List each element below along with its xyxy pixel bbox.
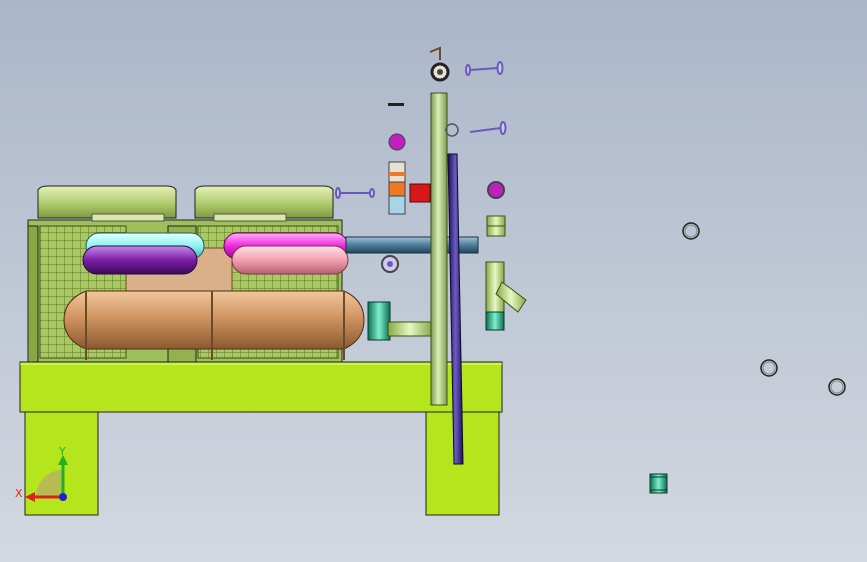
vessel-pink[interactable] — [231, 245, 349, 275]
marker-dash — [388, 103, 404, 106]
vessel-purple[interactable] — [82, 245, 198, 275]
elbow-fitting-upper[interactable] — [486, 215, 506, 237]
triad-y-label: Y — [58, 445, 66, 458]
small-gauge[interactable] — [381, 255, 399, 273]
base-frame[interactable] — [19, 361, 503, 516]
frame-deck[interactable] — [19, 361, 503, 413]
valve-stack[interactable] — [388, 161, 406, 215]
gauge-knob[interactable] — [429, 46, 450, 82]
ring-part-2-inner — [762, 361, 776, 375]
valve-stem-top[interactable] — [465, 61, 504, 76]
cabinet-post-left — [27, 225, 39, 363]
valve-stem-mid[interactable] — [469, 121, 507, 135]
valve-stem-left[interactable] — [335, 187, 375, 199]
coupling-part[interactable] — [649, 473, 668, 494]
magenta-sight-glass[interactable] — [388, 133, 406, 151]
magenta-disc-right[interactable] — [487, 181, 505, 199]
ring-on-riser[interactable] — [445, 123, 459, 137]
ring-part-3-inner — [830, 380, 844, 394]
fan-housing-right[interactable] — [194, 185, 334, 222]
ring-part-1-inner — [684, 224, 698, 238]
red-valve[interactable] — [409, 183, 431, 203]
triad-x-label: X — [15, 487, 23, 500]
fan-housing-left[interactable] — [37, 185, 177, 222]
riser-pipe[interactable] — [430, 92, 448, 406]
y-strainer-fitting[interactable] — [485, 261, 527, 331]
cad-viewport[interactable]: Y X — [0, 0, 867, 562]
tank-outlet-fitting[interactable] — [367, 301, 433, 341]
triad-z-axis — [59, 493, 67, 501]
